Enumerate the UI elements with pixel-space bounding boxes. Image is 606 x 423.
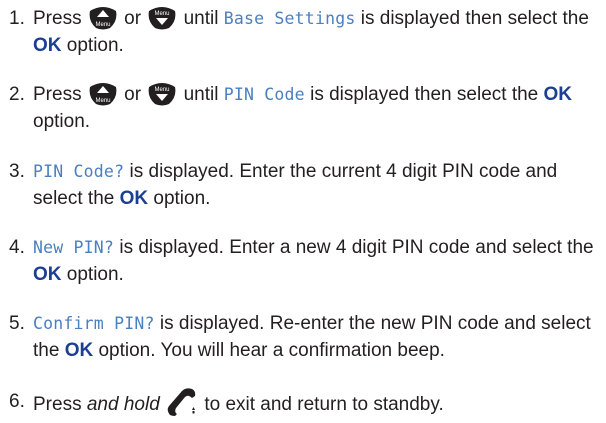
instruction-text: option. bbox=[148, 188, 211, 209]
ok-option-label: OK bbox=[543, 84, 573, 105]
instruction-text: Press bbox=[33, 394, 87, 415]
step-number: 2. bbox=[9, 84, 25, 105]
svg-text:Menu: Menu bbox=[155, 87, 170, 93]
ok-option-label: OK bbox=[119, 188, 149, 209]
ok-option-label: OK bbox=[33, 35, 62, 56]
instruction-text: is displayed then select the bbox=[355, 8, 589, 29]
display-text: Base Settings bbox=[223, 9, 356, 28]
step-text: Press Menu or Menu until PIN Code is dis… bbox=[33, 81, 599, 135]
instruction-text: or bbox=[118, 84, 147, 105]
instruction-text: until bbox=[178, 8, 224, 29]
step-number: 5. bbox=[9, 313, 25, 334]
svg-text:Menu: Menu bbox=[95, 98, 110, 104]
instruction-text: option. bbox=[61, 264, 124, 285]
step-text: Press Menu or Menu until Base Settings i… bbox=[33, 5, 599, 59]
instruction-text: Press bbox=[33, 84, 87, 105]
menu-down-key-icon: Menu bbox=[147, 82, 177, 106]
svg-text:Menu: Menu bbox=[95, 22, 110, 28]
instruction-text: or bbox=[118, 8, 147, 29]
instruction-text: Press bbox=[33, 8, 87, 29]
step-text: Confirm PIN? is displayed. Re-enter the … bbox=[33, 310, 599, 364]
display-text: New PIN? bbox=[33, 238, 115, 257]
step-text: PIN Code? is displayed. Enter the curren… bbox=[33, 158, 599, 212]
end-call-key-icon bbox=[166, 388, 198, 416]
step-number: 4. bbox=[9, 237, 25, 258]
instruction-text: is displayed. Enter a new 4 digit PIN co… bbox=[114, 237, 594, 258]
ok-option-label: OK bbox=[33, 264, 62, 285]
display-text: Confirm PIN? bbox=[33, 314, 155, 333]
step-number: 1. bbox=[9, 8, 25, 29]
instruction-text: is displayed then select the bbox=[304, 84, 544, 105]
instruction-text: option. bbox=[61, 35, 124, 56]
step-number: 6. bbox=[9, 391, 25, 412]
instruction-text bbox=[160, 394, 165, 415]
step-number: 3. bbox=[9, 161, 25, 182]
step-text: New PIN? is displayed. Enter a new 4 dig… bbox=[33, 234, 599, 288]
menu-up-key-icon: Menu bbox=[88, 6, 118, 30]
instruction-text: until bbox=[178, 84, 224, 105]
menu-up-key-icon: Menu bbox=[88, 82, 118, 106]
instruction-text: option. You will hear a confirmation bee… bbox=[93, 340, 445, 361]
display-text: PIN Code? bbox=[33, 162, 125, 181]
instruction-text: to exit and return to standby. bbox=[199, 394, 444, 415]
menu-down-key-icon: Menu bbox=[147, 6, 177, 30]
step-text: Press and hold to exit and return to sta… bbox=[33, 388, 599, 418]
instruction-text: option. bbox=[33, 111, 91, 132]
emphasis-text: and hold bbox=[86, 394, 160, 415]
display-text: PIN Code bbox=[223, 85, 305, 104]
ok-option-label: OK bbox=[64, 340, 94, 361]
svg-text:Menu: Menu bbox=[155, 11, 170, 17]
